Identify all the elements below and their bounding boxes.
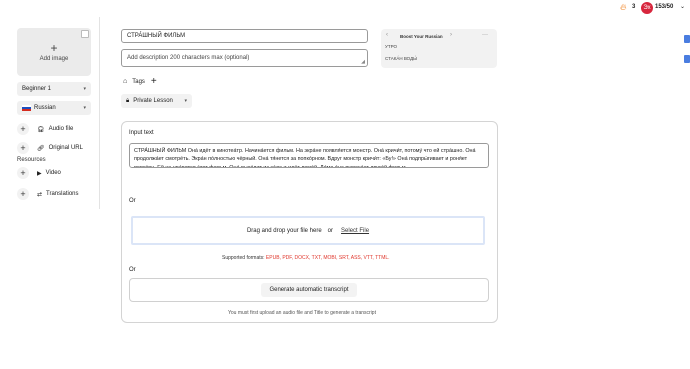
chevron-left-icon[interactable]: ‹ bbox=[386, 32, 388, 38]
image-icon bbox=[81, 30, 89, 38]
generate-transcript-button[interactable]: Generate automatic transcript bbox=[261, 283, 357, 297]
video-label: Video bbox=[45, 170, 61, 176]
tags-label: Tags bbox=[132, 78, 145, 85]
add-tag-plus-icon[interactable]: + bbox=[151, 76, 157, 87]
plus-icon: + bbox=[50, 40, 58, 55]
audio-file-row[interactable]: + 🎧︎ Audio file bbox=[17, 123, 73, 135]
collection-item[interactable]: СТАКА́Н ВОДЫ́ bbox=[385, 56, 417, 61]
or-label: Or bbox=[129, 198, 136, 204]
collection-item[interactable]: УТРО bbox=[385, 44, 397, 49]
privacy-select[interactable]: 🔒︎ Private Lesson ▾ bbox=[121, 94, 192, 108]
or-label: Or bbox=[129, 267, 136, 273]
add-image-label: Add image bbox=[39, 55, 69, 62]
input-text-value: СТРА́ШНЫЙ ФИЛЬМ Она́ идёт в кинотеа́тр. … bbox=[134, 148, 476, 168]
translations-row[interactable]: + ⇄ Translations bbox=[17, 188, 79, 200]
avatar-badge[interactable]: Эх bbox=[641, 2, 653, 14]
select-file-link[interactable]: Select File bbox=[341, 228, 369, 234]
collection-title: Boost Your Russian bbox=[400, 34, 443, 39]
more-dots-icon[interactable]: ··· bbox=[482, 32, 488, 38]
fire-icon: 🔥︎ bbox=[620, 2, 627, 12]
translations-label: Translations bbox=[46, 191, 79, 197]
privacy-value: Private Lesson bbox=[133, 98, 173, 104]
level-select[interactable]: Beginner 1 ▾ bbox=[17, 82, 91, 96]
headphones-icon: 🎧︎ bbox=[37, 126, 45, 133]
audio-file-label: Audio file bbox=[48, 126, 74, 132]
drop-or: or bbox=[327, 227, 334, 234]
link-icon: 🔗︎ bbox=[37, 145, 45, 152]
sidebar-divider bbox=[99, 17, 100, 209]
chevron-down-icon: ▾ bbox=[184, 98, 187, 104]
input-textarea[interactable]: СТРА́ШНЫЙ ФИЛЬМ Она́ идёт в кинотеа́тр. … bbox=[129, 143, 489, 168]
add-url-plus-icon[interactable]: + bbox=[17, 142, 29, 154]
resources-heading: Resources bbox=[17, 157, 46, 163]
add-translation-plus-icon[interactable]: + bbox=[17, 188, 29, 200]
title-input[interactable]: СТРА́ШНЫЙ ФИЛЬМ bbox=[121, 29, 368, 43]
side-tool-icon[interactable] bbox=[684, 55, 690, 63]
file-dropzone[interactable]: Drag and drop your file here or Select F… bbox=[131, 216, 485, 245]
lock-icon: 🔒︎ bbox=[126, 97, 130, 104]
collection-card: ‹ Boost Your Russian › ··· УТРО СТАКА́Н … bbox=[381, 29, 497, 68]
language-select[interactable]: Russian ▾ bbox=[17, 101, 91, 115]
chevron-down-icon: ▾ bbox=[83, 86, 86, 92]
resize-handle-icon[interactable]: ◢ bbox=[361, 59, 365, 65]
chevron-down-icon: ▾ bbox=[83, 105, 86, 111]
video-row[interactable]: + ▶︎ Video bbox=[17, 167, 61, 179]
original-url-row[interactable]: + 🔗︎ Original URL bbox=[17, 142, 83, 154]
side-tool-icon[interactable] bbox=[684, 35, 690, 43]
title-value: СТРА́ШНЫЙ ФИЛЬМ bbox=[127, 33, 186, 39]
tag-icon: ⌂ bbox=[123, 78, 128, 85]
level-value: Beginner 1 bbox=[22, 86, 52, 92]
coins-count: 153/50 bbox=[655, 4, 674, 10]
tags-row[interactable]: ⌂ Tags + bbox=[123, 76, 157, 87]
generate-transcript-container: Generate automatic transcript bbox=[129, 278, 489, 302]
add-image-button[interactable]: + Add image bbox=[17, 28, 91, 76]
description-placeholder: Add description 200 characters max (opti… bbox=[127, 55, 250, 61]
streak-count: 3 bbox=[632, 4, 636, 10]
supported-formats: Supported formats: EPUB, PDF, DOCX, TXT,… bbox=[222, 255, 390, 261]
description-input[interactable]: Add description 200 characters max (opti… bbox=[121, 49, 368, 67]
chevron-right-icon[interactable]: › bbox=[450, 32, 452, 38]
original-url-label: Original URL bbox=[48, 145, 83, 151]
add-video-plus-icon[interactable]: + bbox=[17, 167, 29, 179]
chevron-down-icon[interactable]: ⌄ bbox=[680, 3, 685, 10]
language-value: Russian bbox=[34, 105, 56, 111]
video-icon: ▶︎ bbox=[37, 170, 42, 177]
drop-text: Drag and drop your file here bbox=[246, 227, 322, 234]
transcript-note: You must first upload an audio file and … bbox=[228, 310, 376, 316]
translate-icon: ⇄ bbox=[37, 191, 43, 198]
add-audio-plus-icon[interactable]: + bbox=[17, 123, 29, 135]
russia-flag-icon bbox=[22, 105, 31, 111]
input-text-label: Input text bbox=[129, 130, 154, 136]
formats-label: Supported formats: bbox=[222, 255, 265, 261]
formats-list: EPUB, PDF, DOCX, TXT, MOBI, SRT, ASS, VT… bbox=[265, 255, 390, 261]
